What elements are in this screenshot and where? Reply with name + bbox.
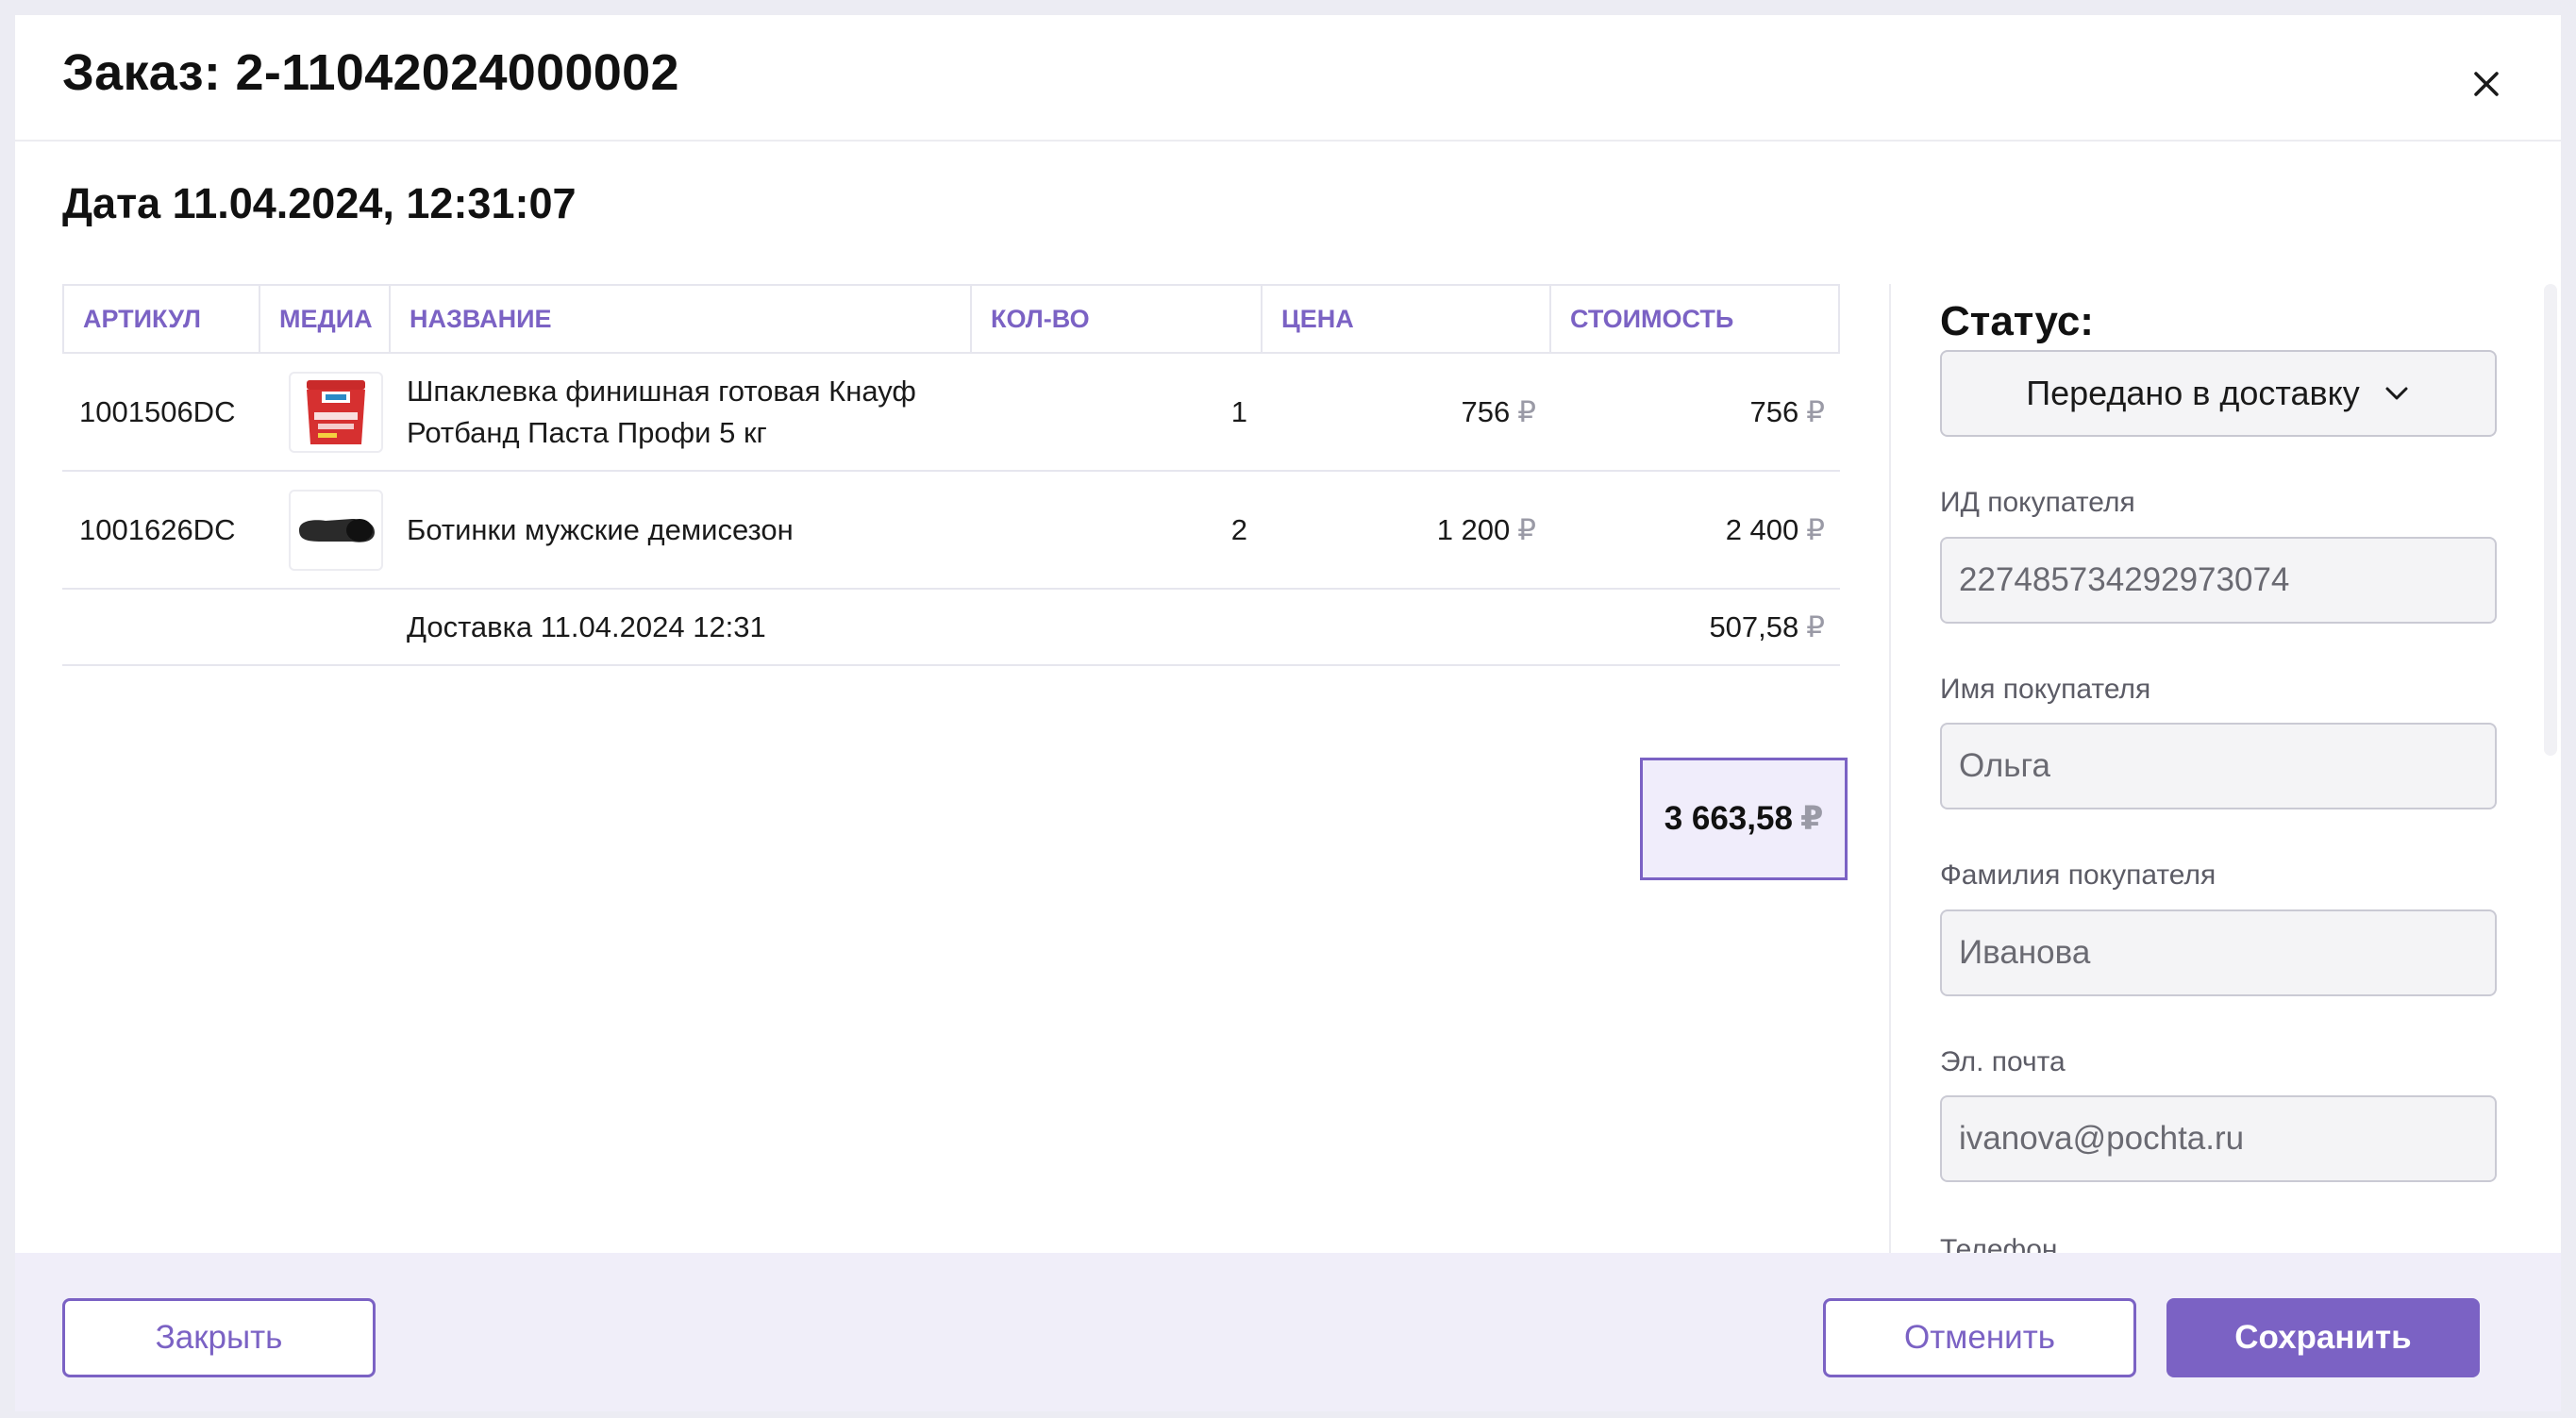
- buyer-first-name-field[interactable]: [1940, 723, 2497, 809]
- row-qty: 2: [1230, 512, 1247, 546]
- status-label: Статус:: [1940, 298, 2094, 344]
- table-row: 1001626DC Ботинки мужские демисезон 2 1 …: [62, 472, 1840, 590]
- row-price: 1 200 ₽: [1261, 472, 1536, 588]
- row-price-value: 756: [1461, 394, 1511, 428]
- buyer-id-label: ИД покупателя: [1940, 487, 2135, 518]
- row-price-value: 1 200: [1436, 512, 1511, 546]
- row-cost-value: 756: [1749, 394, 1799, 428]
- column-header-cost: СТОИМОСТЬ: [1549, 286, 1840, 352]
- ruble-sign: ₽: [1806, 394, 1825, 428]
- buyer-last-name-label: Фамилия покупателя: [1940, 859, 2216, 891]
- row-price: 756 ₽: [1261, 354, 1536, 470]
- delivery-cost: 507,58 ₽: [1549, 590, 1825, 664]
- order-total: 3 663,58 ₽: [1640, 758, 1848, 880]
- status-value: Передано в доставку: [2026, 374, 2360, 412]
- ruble-sign: ₽: [1806, 609, 1825, 643]
- order-title: Заказ: 2-11042024000002: [62, 44, 679, 101]
- close-icon[interactable]: [2463, 60, 2510, 108]
- save-button[interactable]: Сохранить: [2166, 1298, 2480, 1377]
- delivery-cost-value: 507,58: [1709, 609, 1799, 643]
- column-header-qty: КОЛ-ВО: [970, 286, 1261, 352]
- row-qty: 1: [1230, 394, 1247, 428]
- row-sku: 1001626DC: [79, 512, 236, 546]
- row-media-cell: [289, 472, 393, 588]
- product-image: [289, 371, 383, 453]
- column-header-name: НАЗВАНИЕ: [389, 286, 970, 352]
- row-name: Ботинки мужские демисезон: [407, 512, 794, 546]
- column-header-media: МЕДИА: [259, 286, 389, 352]
- ruble-sign: ₽: [1799, 800, 1824, 837]
- cancel-button[interactable]: Отменить: [1823, 1298, 2136, 1377]
- table-header-row: АРТИКУЛ МЕДИА НАЗВАНИЕ КОЛ-ВО ЦЕНА СТОИМ…: [62, 284, 1840, 354]
- order-date: Дата 11.04.2024, 12:31:07: [62, 179, 577, 227]
- ruble-sign: ₽: [1517, 394, 1536, 428]
- buyer-first-name-label: Имя покупателя: [1940, 674, 2151, 705]
- row-name-line1: Шпаклевка финишная готовая Кнауф: [407, 374, 916, 408]
- paint-bucket-icon: [307, 379, 365, 444]
- close-button[interactable]: Закрыть: [62, 1298, 376, 1377]
- order-total-value: 3 663,58: [1664, 800, 1793, 837]
- email-label: Эл. почта: [1940, 1046, 2066, 1077]
- panel-scrollbar[interactable]: [2544, 284, 2557, 756]
- boot-icon: [299, 518, 375, 542]
- row-cost-value: 2 400: [1725, 512, 1799, 546]
- column-header-sku: АРТИКУЛ: [62, 286, 259, 352]
- row-name-line2: Ротбанд Паста Профи 5 кг: [407, 415, 767, 449]
- column-header-price: ЦЕНА: [1261, 286, 1549, 352]
- table-row: 1001506DC Шпаклевка финишная готовая Кна: [62, 354, 1840, 472]
- row-cost: 2 400 ₽: [1549, 472, 1825, 588]
- modal-header: Заказ: 2-11042024000002: [15, 15, 2561, 142]
- ruble-sign: ₽: [1806, 512, 1825, 546]
- email-field[interactable]: [1940, 1095, 2497, 1182]
- modal-footer: Закрыть Отменить Сохранить: [15, 1253, 2561, 1411]
- delivery-label: Доставка 11.04.2024 12:31: [407, 609, 766, 643]
- order-items-table: АРТИКУЛ МЕДИА НАЗВАНИЕ КОЛ-ВО ЦЕНА СТОИМ…: [62, 284, 1840, 666]
- row-media-cell: [289, 354, 393, 470]
- buyer-id-field[interactable]: [1940, 537, 2497, 624]
- row-name: Шпаклевка финишная готовая Кнауф Ротбанд…: [407, 354, 954, 470]
- status-dropdown[interactable]: Передано в доставку: [1940, 350, 2497, 437]
- row-sku: 1001506DC: [79, 394, 236, 428]
- row-cost: 756 ₽: [1549, 354, 1825, 470]
- order-modal: Заказ: 2-11042024000002 Дата 11.04.2024,…: [15, 15, 2561, 1411]
- panel-divider: [1889, 284, 1891, 1265]
- product-image: [289, 489, 383, 571]
- chevron-down-icon: [2383, 384, 2411, 403]
- buyer-last-name-field[interactable]: [1940, 909, 2497, 996]
- ruble-sign: ₽: [1517, 512, 1536, 546]
- delivery-row: Доставка 11.04.2024 12:31 507,58 ₽: [62, 590, 1840, 666]
